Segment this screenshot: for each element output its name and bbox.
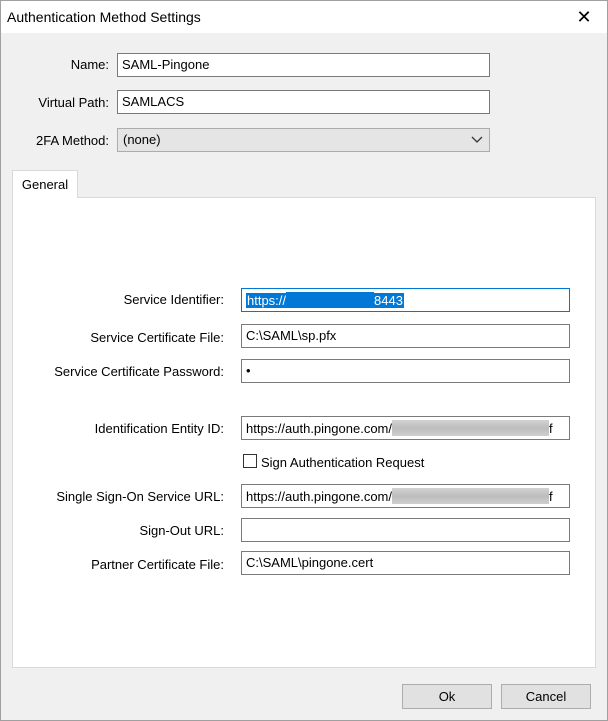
identification-entity-input[interactable]: https://auth.pingone.com/f bbox=[241, 416, 570, 440]
partner-cert-value: C:\SAML\pingone.cert bbox=[246, 555, 374, 570]
identification-entity-label: Identification Entity ID: bbox=[94, 421, 224, 436]
title-bar: Authentication Method Settings ✕ bbox=[1, 1, 607, 33]
partner-cert-input[interactable]: C:\SAML\pingone.cert bbox=[241, 551, 570, 575]
signout-url-input[interactable] bbox=[241, 518, 570, 542]
close-icon: ✕ bbox=[576, 6, 592, 27]
chevron-down-icon bbox=[471, 136, 483, 143]
sign-auth-request-label: Sign Authentication Request bbox=[261, 455, 425, 470]
virtual-path-value: SAMLACS bbox=[122, 94, 185, 109]
partner-cert-label: Partner Certificate File: bbox=[91, 557, 224, 572]
ok-button[interactable]: Ok bbox=[402, 684, 492, 709]
name-label: Name: bbox=[70, 57, 109, 72]
sso-url-prefix: https://auth.pingone.com/ bbox=[246, 489, 392, 504]
name-value: SAML-Pingone bbox=[122, 57, 210, 72]
service-cert-password-input[interactable]: • bbox=[241, 359, 570, 383]
identification-entity-suffix: f bbox=[548, 421, 553, 436]
twofa-method-label: 2FA Method: bbox=[36, 133, 109, 148]
redacted-region bbox=[391, 488, 549, 504]
service-identifier-prefix: https:// bbox=[247, 293, 287, 308]
ok-button-label: Ok bbox=[438, 689, 456, 704]
cancel-button[interactable]: Cancel bbox=[501, 684, 591, 709]
service-cert-password-value: • bbox=[246, 363, 251, 378]
window-title: Authentication Method Settings bbox=[7, 9, 201, 25]
authentication-method-dialog: Authentication Method Settings ✕ Name: S… bbox=[0, 0, 608, 721]
service-identifier-input[interactable]: https:// 8443 bbox=[241, 288, 570, 312]
sso-url-suffix: f bbox=[548, 489, 553, 504]
service-cert-file-label: Service Certificate File: bbox=[90, 330, 224, 345]
service-identifier-suffix: 8443 bbox=[374, 293, 403, 308]
redacted-region bbox=[391, 420, 549, 436]
signout-url-label: Sign-Out URL: bbox=[139, 523, 224, 538]
name-input[interactable]: SAML-Pingone bbox=[117, 53, 490, 77]
service-identifier-label: Service Identifier: bbox=[123, 292, 224, 307]
virtual-path-input[interactable]: SAMLACS bbox=[117, 90, 490, 114]
tab-general[interactable]: General bbox=[12, 170, 78, 198]
sso-url-label: Single Sign-On Service URL: bbox=[56, 489, 224, 504]
cancel-button-label: Cancel bbox=[525, 689, 567, 704]
virtual-path-label: Virtual Path: bbox=[38, 95, 109, 110]
service-cert-file-value: C:\SAML\sp.pfx bbox=[246, 328, 337, 343]
tab-general-label: General bbox=[21, 177, 69, 192]
close-button[interactable]: ✕ bbox=[561, 1, 607, 33]
service-cert-password-label: Service Certificate Password: bbox=[54, 364, 224, 379]
identification-entity-prefix: https://auth.pingone.com/ bbox=[246, 421, 392, 436]
service-cert-file-input[interactable]: C:\SAML\sp.pfx bbox=[241, 324, 570, 348]
service-identifier-selection: https:// 8443 bbox=[246, 292, 404, 308]
sso-url-input[interactable]: https://auth.pingone.com/f bbox=[241, 484, 570, 508]
redacted-region bbox=[286, 292, 375, 308]
twofa-method-select[interactable]: (none) bbox=[117, 128, 490, 152]
sign-auth-request-checkbox[interactable] bbox=[243, 454, 257, 468]
twofa-method-value: (none) bbox=[123, 132, 161, 147]
